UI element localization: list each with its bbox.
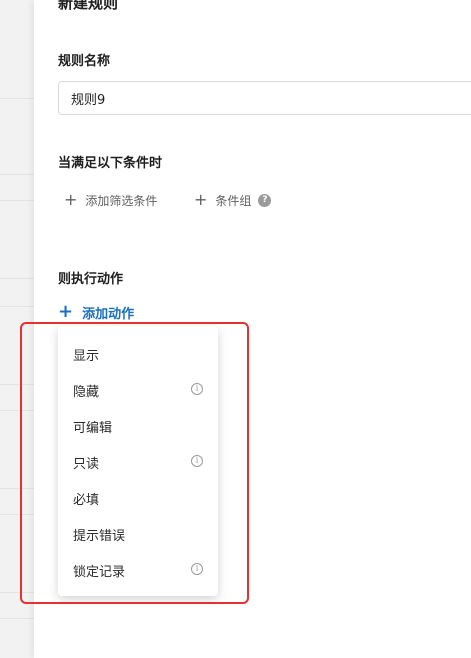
divider bbox=[0, 98, 34, 99]
condition-section-label: 当满足以下条件时 bbox=[58, 156, 163, 171]
divider bbox=[0, 592, 34, 593]
rule-editor-screen: 新建规则 规则名称 当满足以下条件时 + 添加筛选条件 + 条件组 ? 则执行动… bbox=[0, 0, 471, 658]
menu-item-label: 必填 bbox=[73, 492, 100, 508]
menu-item-label: 隐藏 bbox=[73, 384, 100, 400]
divider bbox=[0, 384, 34, 385]
add-action-label: 添加动作 bbox=[82, 306, 135, 322]
menu-item-label: 只读 bbox=[73, 456, 100, 472]
divider bbox=[0, 488, 34, 489]
menu-item-show-error[interactable]: 提示错误 bbox=[58, 516, 218, 552]
add-filter-button[interactable]: + 添加筛选条件 bbox=[64, 190, 157, 210]
rule-name-label: 规则名称 bbox=[58, 54, 111, 69]
divider bbox=[0, 618, 34, 619]
plus-icon: + bbox=[194, 190, 208, 209]
menu-item-label: 显示 bbox=[73, 348, 100, 364]
background-list-strip bbox=[0, 0, 34, 658]
divider bbox=[0, 174, 34, 175]
menu-item-label: 提示错误 bbox=[73, 528, 126, 544]
info-circle-icon[interactable]: i bbox=[191, 455, 203, 467]
menu-item-hide[interactable]: 隐藏 i bbox=[58, 372, 218, 408]
divider bbox=[0, 410, 34, 411]
divider bbox=[0, 200, 34, 201]
info-circle-icon[interactable]: i bbox=[191, 383, 203, 395]
plus-icon: + bbox=[64, 190, 78, 209]
action-section-label: 则执行动作 bbox=[58, 272, 124, 287]
action-dropdown-menu: 显示 隐藏 i 可编辑 只读 i 必填 提示错误 锁定记录 i bbox=[58, 326, 218, 596]
panel-title: 新建规则 bbox=[58, 0, 119, 12]
menu-item-readonly[interactable]: 只读 i bbox=[58, 444, 218, 480]
question-circle-icon[interactable]: ? bbox=[258, 193, 272, 207]
divider bbox=[0, 278, 34, 279]
add-action-button[interactable]: + 添加动作 bbox=[58, 302, 134, 322]
info-circle-icon[interactable]: i bbox=[191, 563, 203, 575]
menu-item-required[interactable]: 必填 bbox=[58, 480, 218, 516]
menu-item-label: 可编辑 bbox=[73, 420, 113, 436]
divider bbox=[0, 514, 34, 515]
divider bbox=[0, 306, 34, 307]
menu-item-editable[interactable]: 可编辑 bbox=[58, 408, 218, 444]
rule-name-input[interactable] bbox=[58, 81, 471, 115]
menu-item-label: 锁定记录 bbox=[73, 564, 126, 580]
plus-icon: + bbox=[58, 301, 74, 322]
menu-item-lock-record[interactable]: 锁定记录 i bbox=[58, 552, 218, 588]
menu-item-show[interactable]: 显示 bbox=[58, 336, 218, 372]
add-condition-group-button[interactable]: + 条件组 ? bbox=[194, 190, 272, 210]
add-filter-label: 添加筛选条件 bbox=[85, 193, 158, 208]
condition-group-label: 条件组 bbox=[215, 193, 252, 208]
